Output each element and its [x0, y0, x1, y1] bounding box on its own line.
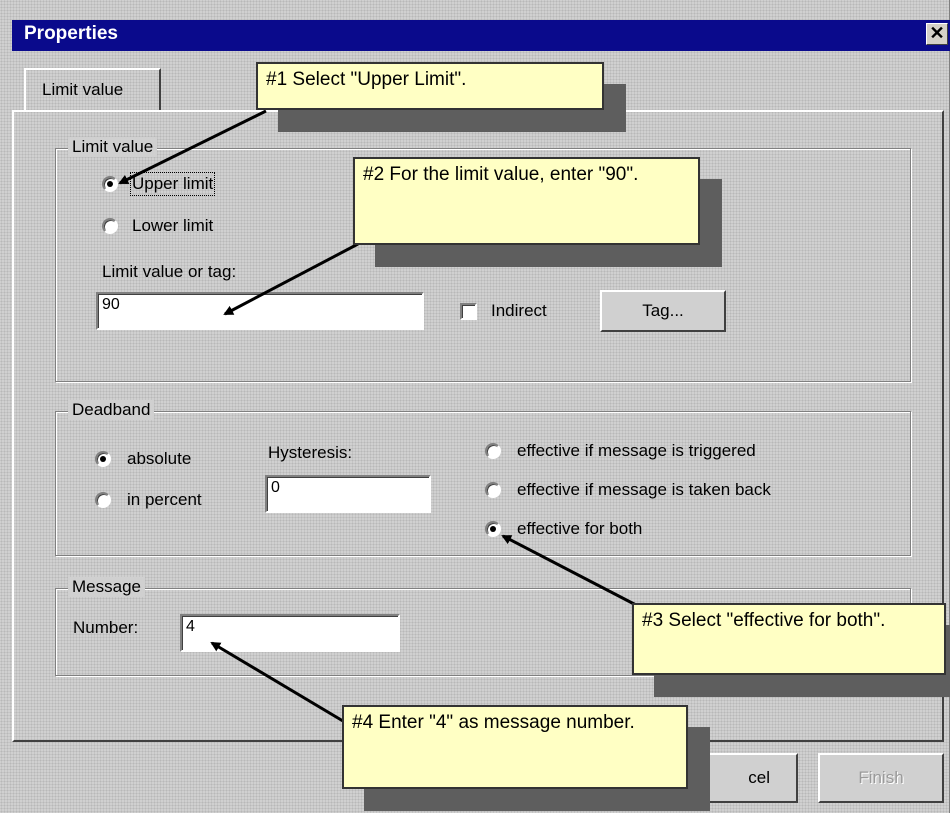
callout-3: #3 Select "effective for both". — [632, 603, 946, 675]
callout-4: #4 Enter "4" as message number. — [342, 705, 688, 789]
callout-2: #2 For the limit value, enter "90". — [353, 157, 700, 245]
upper-limit-radio[interactable] — [102, 176, 118, 192]
effective-both-label[interactable]: effective for both — [517, 519, 642, 539]
tab-limit-value[interactable]: Limit value — [24, 68, 161, 111]
message-number-text: 4 — [186, 618, 195, 635]
finish-button-label: Finish — [858, 768, 904, 787]
tag-button-label: Tag... — [642, 301, 684, 320]
tab-label: Limit value — [42, 80, 124, 99]
absolute-radio[interactable] — [95, 451, 111, 467]
absolute-label[interactable]: absolute — [127, 449, 191, 469]
limit-value-legend: Limit value — [68, 137, 158, 157]
deadband-group: Deadband — [55, 400, 911, 556]
effective-triggered-radio[interactable] — [485, 443, 501, 459]
effective-taken-back-label[interactable]: effective if message is taken back — [517, 480, 771, 500]
window-title: Properties — [24, 23, 118, 44]
message-number-input[interactable]: 4 — [180, 614, 400, 652]
title-bar[interactable]: Properties ✕ — [12, 20, 950, 51]
properties-dialog: Properties ✕ Limit value Limit value Upp… — [0, 0, 950, 813]
limit-value-field-label: Limit value or tag: — [102, 262, 237, 281]
deadband-legend: Deadband — [68, 400, 155, 420]
in-percent-label[interactable]: in percent — [127, 490, 202, 510]
cancel-button-label: cel — [748, 768, 770, 787]
hysteresis-label: Hysteresis: — [268, 443, 353, 462]
number-label: Number: — [73, 618, 139, 637]
lower-limit-label[interactable]: Lower limit — [132, 216, 213, 236]
effective-triggered-label[interactable]: effective if message is triggered — [517, 441, 756, 461]
hysteresis-text: 0 — [271, 479, 280, 496]
indirect-checkbox[interactable] — [460, 303, 477, 320]
upper-limit-label[interactable]: Upper limit — [129, 172, 216, 196]
message-legend: Message — [68, 577, 145, 597]
close-button[interactable]: ✕ — [926, 23, 948, 45]
effective-taken-back-radio[interactable] — [485, 482, 501, 498]
effective-both-radio[interactable] — [485, 521, 501, 537]
hysteresis-input[interactable]: 0 — [265, 475, 431, 513]
limit-value-text: 90 — [102, 296, 120, 313]
in-percent-radio[interactable] — [95, 492, 111, 508]
close-icon: ✕ — [929, 23, 945, 43]
limit-value-input[interactable]: 90 — [96, 292, 424, 330]
indirect-label[interactable]: Indirect — [491, 301, 547, 321]
callout-1: #1 Select "Upper Limit". — [256, 62, 604, 110]
tag-button[interactable]: Tag... — [600, 290, 726, 332]
finish-button[interactable]: Finish — [818, 753, 944, 803]
lower-limit-radio[interactable] — [102, 218, 118, 234]
